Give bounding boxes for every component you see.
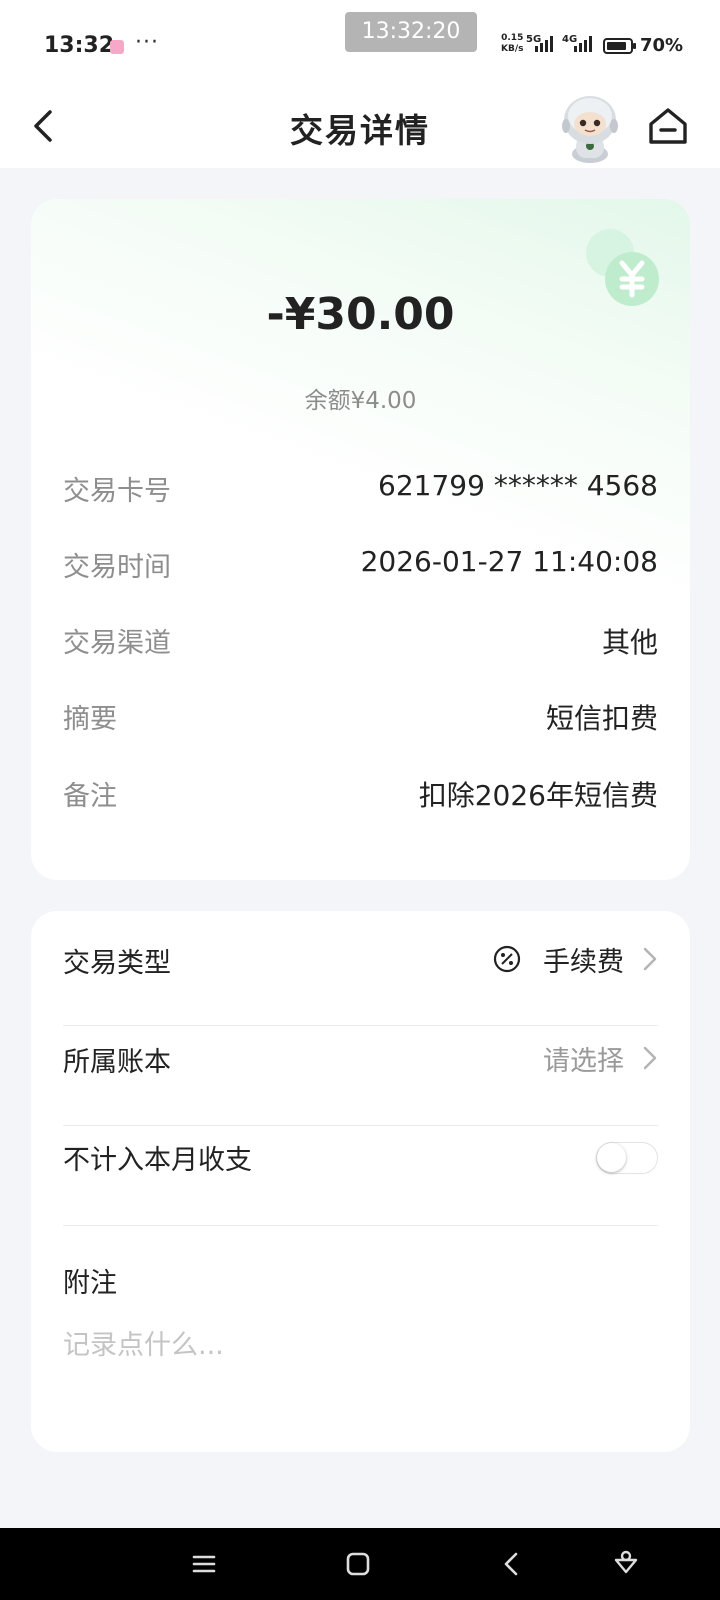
signal-icon — [535, 36, 553, 52]
status-time: 13:32 — [44, 33, 115, 58]
info-row-channel: 交易渠道 其他 — [63, 621, 658, 661]
info-value: 短信扣费 — [545, 702, 658, 735]
back-icon[interactable] — [496, 1548, 528, 1580]
app-header: 交易详情 — [0, 84, 720, 168]
info-row-card-number: 交易卡号 621799 ****** 4568 — [63, 469, 658, 509]
transaction-type-row[interactable]: 交易类型 手续费 — [63, 911, 658, 1011]
chevron-right-icon — [643, 1046, 657, 1070]
exclude-month-row: 不计入本月收支 — [63, 1108, 658, 1208]
chevron-right-icon — [643, 947, 657, 971]
info-value: 2026-01-27 11:40:08 — [360, 545, 658, 578]
clock-overlay: 13:32:20 — [345, 12, 477, 52]
transaction-amount: -¥30.00 — [266, 289, 455, 340]
status-bar: 13:32 ··· 13:32:20 0.15 KB/s 5G 4G 70% — [0, 0, 720, 84]
divider — [63, 1225, 658, 1226]
transaction-type-value: 手续费 — [543, 946, 624, 978]
info-label: 交易卡号 — [63, 476, 171, 507]
note-label: 附注 — [63, 1268, 117, 1299]
info-label: 交易渠道 — [63, 628, 171, 659]
transaction-options-card: 交易类型 手续费 所属账本 请选择 不计入本月收支 附注 记录点什么... — [31, 911, 690, 1452]
info-label: 摘要 — [63, 704, 117, 735]
transaction-summary-card: -¥30.00 余额¥4.00 交易卡号 621799 ****** 4568 … — [31, 199, 690, 880]
percent-icon — [493, 945, 521, 973]
network-speed: 0.15 KB/s — [501, 33, 524, 54]
menu-icon[interactable] — [188, 1548, 220, 1580]
toggle-knob — [597, 1143, 626, 1172]
info-value: 其他 — [601, 626, 658, 659]
home-icon[interactable] — [646, 104, 690, 148]
info-value: 扣除2026年短信费 — [418, 779, 658, 812]
info-row-time: 交易时间 2026-01-27 11:40:08 — [63, 545, 658, 585]
balance-text: 余额¥4.00 — [304, 388, 417, 414]
battery-percent: 70% — [640, 35, 684, 56]
assistant-icon[interactable] — [610, 1548, 642, 1580]
exclude-month-toggle[interactable] — [596, 1142, 658, 1174]
info-row-remark: 备注 扣除2026年短信费 — [63, 774, 658, 814]
option-label: 交易类型 — [63, 948, 171, 979]
signal-icon-2 — [574, 36, 592, 52]
ledger-value: 请选择 — [543, 1045, 624, 1077]
info-label: 交易时间 — [63, 552, 171, 583]
info-row-summary: 摘要 短信扣费 — [63, 697, 658, 737]
info-value: 621799 ****** 4568 — [378, 469, 658, 502]
robot-assistant-icon[interactable] — [558, 92, 622, 164]
home-square-icon[interactable] — [342, 1548, 374, 1580]
more-notifications-icon: ··· — [135, 30, 159, 55]
note-input[interactable] — [63, 1321, 658, 1369]
ledger-row[interactable]: 所属账本 请选择 — [63, 1010, 658, 1110]
info-label: 备注 — [63, 781, 117, 812]
notification-app-icon — [110, 40, 124, 54]
battery-icon — [603, 38, 636, 54]
option-label: 不计入本月收支 — [63, 1145, 252, 1176]
option-label: 所属账本 — [63, 1047, 171, 1078]
system-nav-bar — [0, 1528, 720, 1600]
